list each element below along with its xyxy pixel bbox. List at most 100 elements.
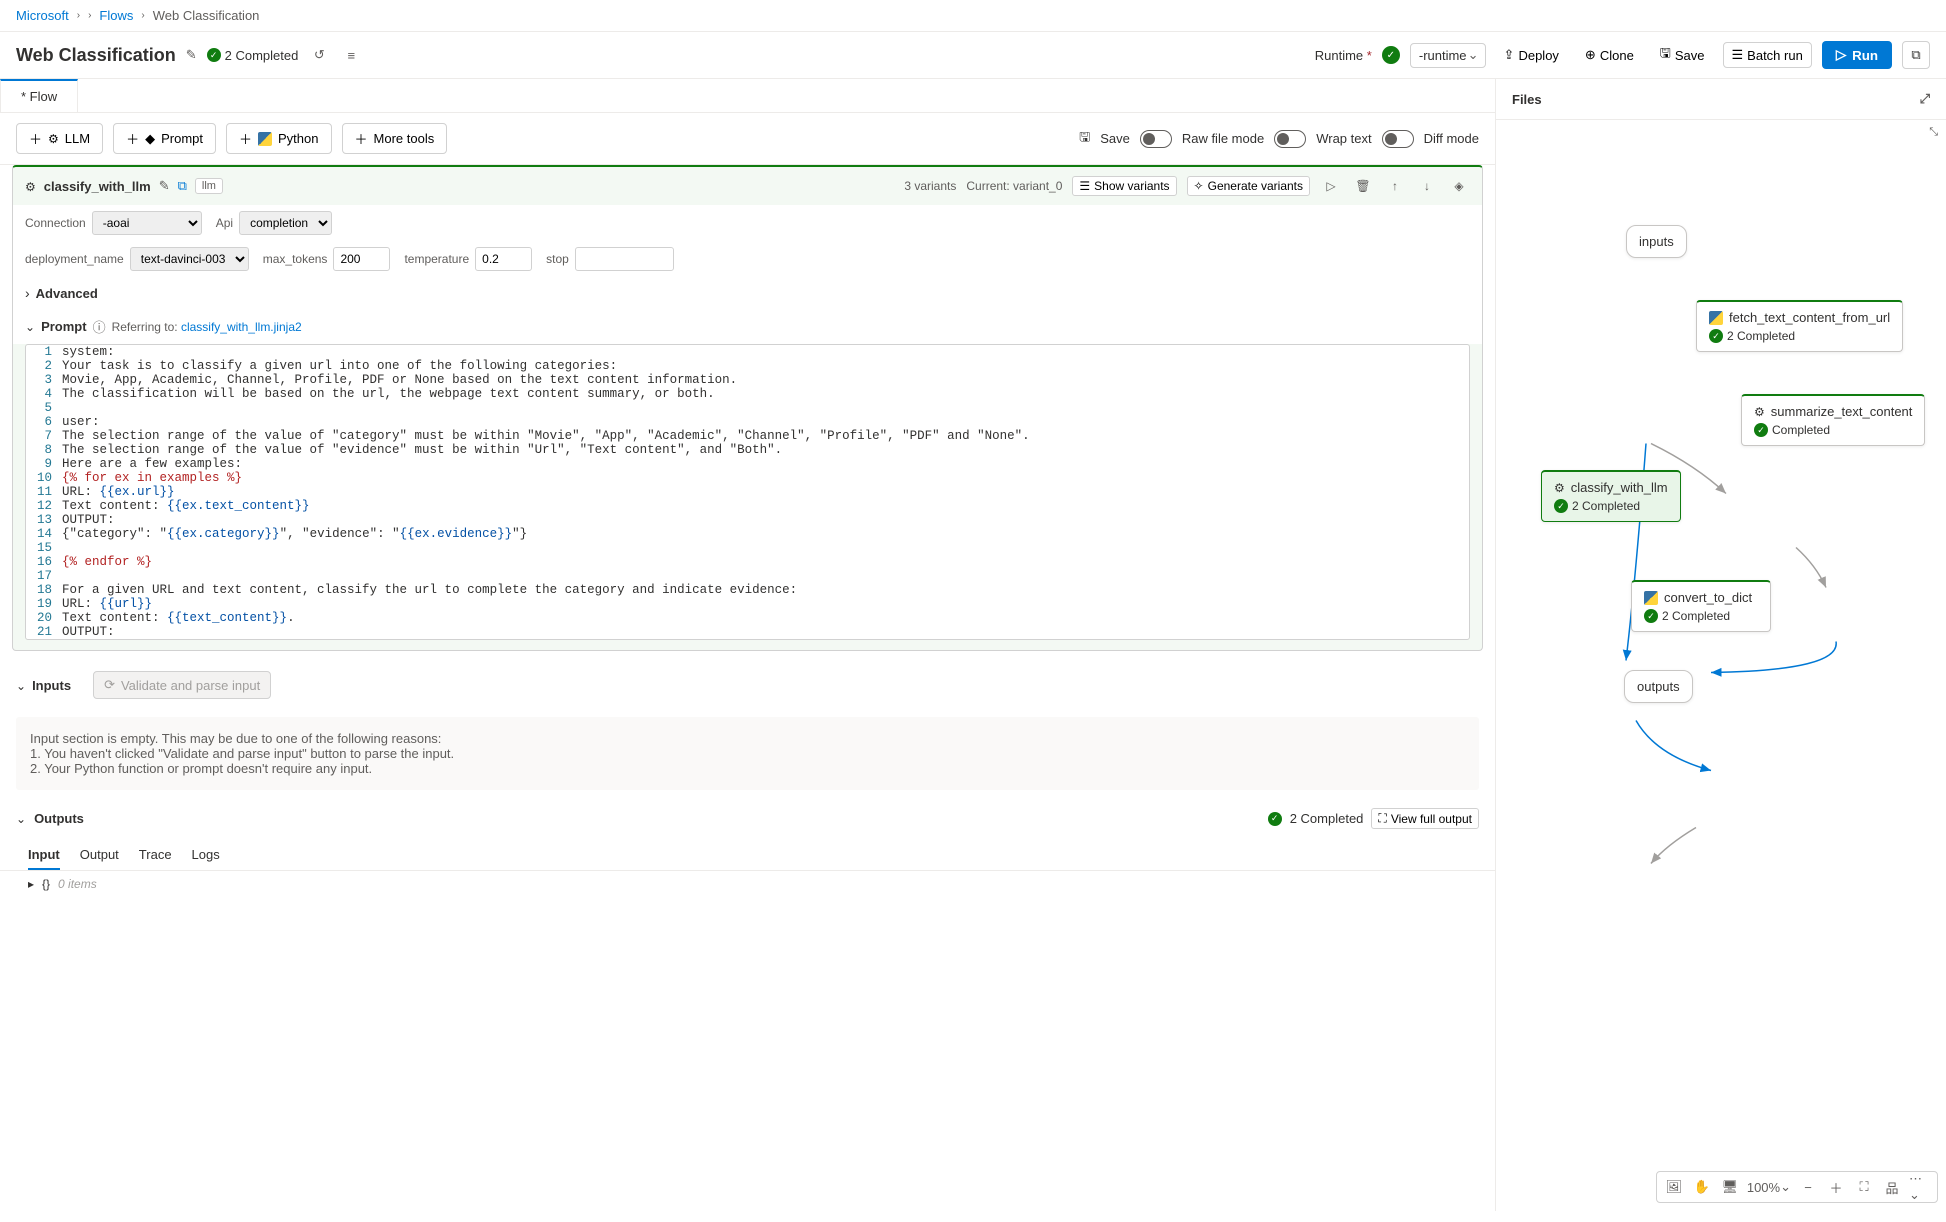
- runtime-label: Runtime *: [1315, 48, 1372, 63]
- graph-node-inputs[interactable]: inputs: [1626, 225, 1687, 258]
- check-icon: ✓: [1709, 329, 1723, 343]
- more-graph-icon[interactable]: ⋯ ⌄: [1909, 1176, 1931, 1198]
- batch-icon: ☰: [1732, 47, 1744, 63]
- stop-input[interactable]: [575, 247, 674, 271]
- runtime-select[interactable]: -runtime: [1410, 43, 1486, 68]
- deploy-button[interactable]: ⇪Deploy: [1496, 43, 1567, 67]
- inputs-toggle[interactable]: Inputs ⟳ Validate and parse input: [0, 663, 1495, 707]
- chevron-right-icon: [25, 285, 30, 301]
- python-icon: [1709, 311, 1723, 325]
- graph-node-convert[interactable]: convert_to_dict ✓2 Completed: [1631, 580, 1771, 632]
- title-bar: Web Classification ✎ ✓ 2 Completed ↺ ≡ R…: [0, 32, 1946, 79]
- max-tokens-input[interactable]: [333, 247, 390, 271]
- output-tab-logs[interactable]: Logs: [192, 841, 220, 870]
- deployment-select[interactable]: text-davinci-003: [130, 247, 249, 271]
- list-icon[interactable]: ≡: [340, 44, 362, 66]
- delete-node-icon[interactable]: 🗑: [1352, 175, 1374, 197]
- temperature-label: temperature: [404, 252, 469, 266]
- output-tab-input[interactable]: Input: [28, 841, 60, 870]
- clone-button[interactable]: ⊕Clone: [1577, 43, 1642, 67]
- copy-icon[interactable]: ⧉: [178, 178, 187, 194]
- prompt-toggle[interactable]: Prompt ⓘ Referring to: classify_with_llm…: [13, 309, 1482, 344]
- breadcrumb: Microsoft › › Flows › Web Classification: [0, 0, 1946, 32]
- diff-mode-toggle[interactable]: [1382, 130, 1414, 148]
- view-full-output-button[interactable]: ⛶View full output: [1371, 808, 1479, 829]
- breadcrumb-root[interactable]: Microsoft: [16, 8, 69, 23]
- check-icon: ✓: [1644, 609, 1658, 623]
- llm-icon: [48, 131, 59, 146]
- python-icon: [1644, 591, 1658, 605]
- graph-node-classify[interactable]: classify_with_llm ✓2 Completed: [1541, 470, 1681, 522]
- show-variants-button[interactable]: ☰Show variants: [1072, 176, 1176, 196]
- zoom-dropdown[interactable]: 100% ⌄: [1747, 1176, 1791, 1198]
- inputs-empty-message: Input section is empty. This may be due …: [16, 717, 1479, 790]
- referring-file-link[interactable]: classify_with_llm.jinja2: [181, 320, 302, 334]
- api-select[interactable]: completion: [239, 211, 332, 235]
- edit-title-icon[interactable]: ✎: [186, 47, 197, 63]
- layout-icon[interactable]: 品: [1881, 1176, 1903, 1198]
- add-llm-button[interactable]: ＋ LLM: [16, 123, 103, 154]
- output-tab-output[interactable]: Output: [80, 841, 119, 870]
- more-tools-button[interactable]: ＋ More tools: [342, 123, 448, 154]
- outputs-label[interactable]: Outputs: [34, 811, 84, 826]
- generate-variants-button[interactable]: ✧Generate variants: [1187, 176, 1310, 196]
- panel-toggle-icon[interactable]: ⧉: [1902, 41, 1930, 69]
- connection-select[interactable]: -aoai: [92, 211, 202, 235]
- raw-mode-label: Raw file mode: [1182, 131, 1264, 146]
- move-up-icon[interactable]: ↑: [1384, 175, 1406, 197]
- outputs-status: 2 Completed: [1290, 811, 1364, 826]
- advanced-toggle[interactable]: Advanced: [13, 277, 1482, 309]
- graph-node-fetch[interactable]: fetch_text_content_from_url ✓2 Completed: [1696, 300, 1903, 352]
- diff-mode-label: Diff mode: [1424, 131, 1479, 146]
- prompt-editor[interactable]: 1system:2Your task is to classify a give…: [25, 344, 1470, 640]
- refresh-icon: ⟳: [104, 677, 115, 693]
- expand-json-icon[interactable]: ▸: [28, 877, 34, 891]
- runtime-status-icon: ✓: [1382, 46, 1400, 64]
- chevron-right-icon: ›: [77, 10, 80, 21]
- temperature-input[interactable]: [475, 247, 532, 271]
- node-card-classify-with-llm: classify_with_llm ✎ ⧉ llm 3 variants Cur…: [12, 165, 1483, 651]
- wrap-text-label: Wrap text: [1316, 131, 1371, 146]
- chevron-right-icon: ›: [88, 10, 91, 21]
- check-icon: ✓: [207, 48, 221, 62]
- add-python-button[interactable]: ＋ Python: [226, 123, 332, 154]
- tab-flow[interactable]: * Flow: [0, 79, 78, 112]
- connection-label: Connection: [25, 216, 86, 230]
- wrap-text-toggle[interactable]: [1274, 130, 1306, 148]
- stop-label: stop: [546, 252, 569, 266]
- hand-icon[interactable]: ✋: [1691, 1176, 1713, 1198]
- graph-node-summarize[interactable]: summarize_text_content ✓Completed: [1741, 394, 1925, 446]
- run-button[interactable]: ▷Run: [1822, 41, 1892, 69]
- flow-graph[interactable]: ⤡ inputs fetch_text_content_from_url ✓2 …: [1496, 120, 1946, 1211]
- edit-node-icon[interactable]: ✎: [159, 178, 170, 194]
- files-panel-header: Files ⤢: [1496, 79, 1946, 120]
- api-label: Api: [216, 216, 233, 230]
- validate-parse-button: ⟳ Validate and parse input: [93, 671, 271, 699]
- save-editor-icon[interactable]: 🖫: [1079, 128, 1090, 150]
- expand-panel-icon[interactable]: ⤢: [1920, 91, 1930, 107]
- save-icon: 🖫: [1660, 44, 1671, 66]
- zoom-in-icon[interactable]: ＋: [1825, 1176, 1847, 1198]
- status-badge: ✓ 2 Completed: [207, 48, 299, 63]
- history-icon[interactable]: ↺: [308, 44, 330, 66]
- screenshot-icon[interactable]: 🖼: [1663, 1176, 1685, 1198]
- collapse-panel-icon[interactable]: ⤡: [1929, 126, 1938, 139]
- batch-run-button[interactable]: ☰Batch run: [1723, 42, 1812, 68]
- target-icon[interactable]: ◈: [1448, 175, 1470, 197]
- llm-icon: [1554, 480, 1565, 495]
- save-editor-label: Save: [1100, 131, 1130, 146]
- chevron-down-icon: [16, 678, 26, 693]
- breadcrumb-flows[interactable]: Flows: [99, 8, 133, 23]
- output-tab-trace[interactable]: Trace: [139, 841, 172, 870]
- zoom-out-icon[interactable]: −: [1797, 1176, 1819, 1198]
- graph-node-outputs[interactable]: outputs: [1624, 670, 1693, 703]
- raw-file-mode-toggle[interactable]: [1140, 130, 1172, 148]
- monitor-icon[interactable]: 🖥: [1719, 1176, 1741, 1198]
- add-prompt-button[interactable]: ＋ ◆ Prompt: [113, 123, 216, 154]
- play-node-icon[interactable]: ▷: [1320, 175, 1342, 197]
- save-button[interactable]: 🖫Save: [1652, 40, 1713, 70]
- graph-toolbar: 🖼 ✋ 🖥 100% ⌄ − ＋ ⛶ 品 ⋯ ⌄: [1656, 1171, 1938, 1203]
- move-down-icon[interactable]: ↓: [1416, 175, 1438, 197]
- fit-icon[interactable]: ⛶: [1853, 1176, 1875, 1198]
- variants-count: 3 variants: [904, 179, 956, 193]
